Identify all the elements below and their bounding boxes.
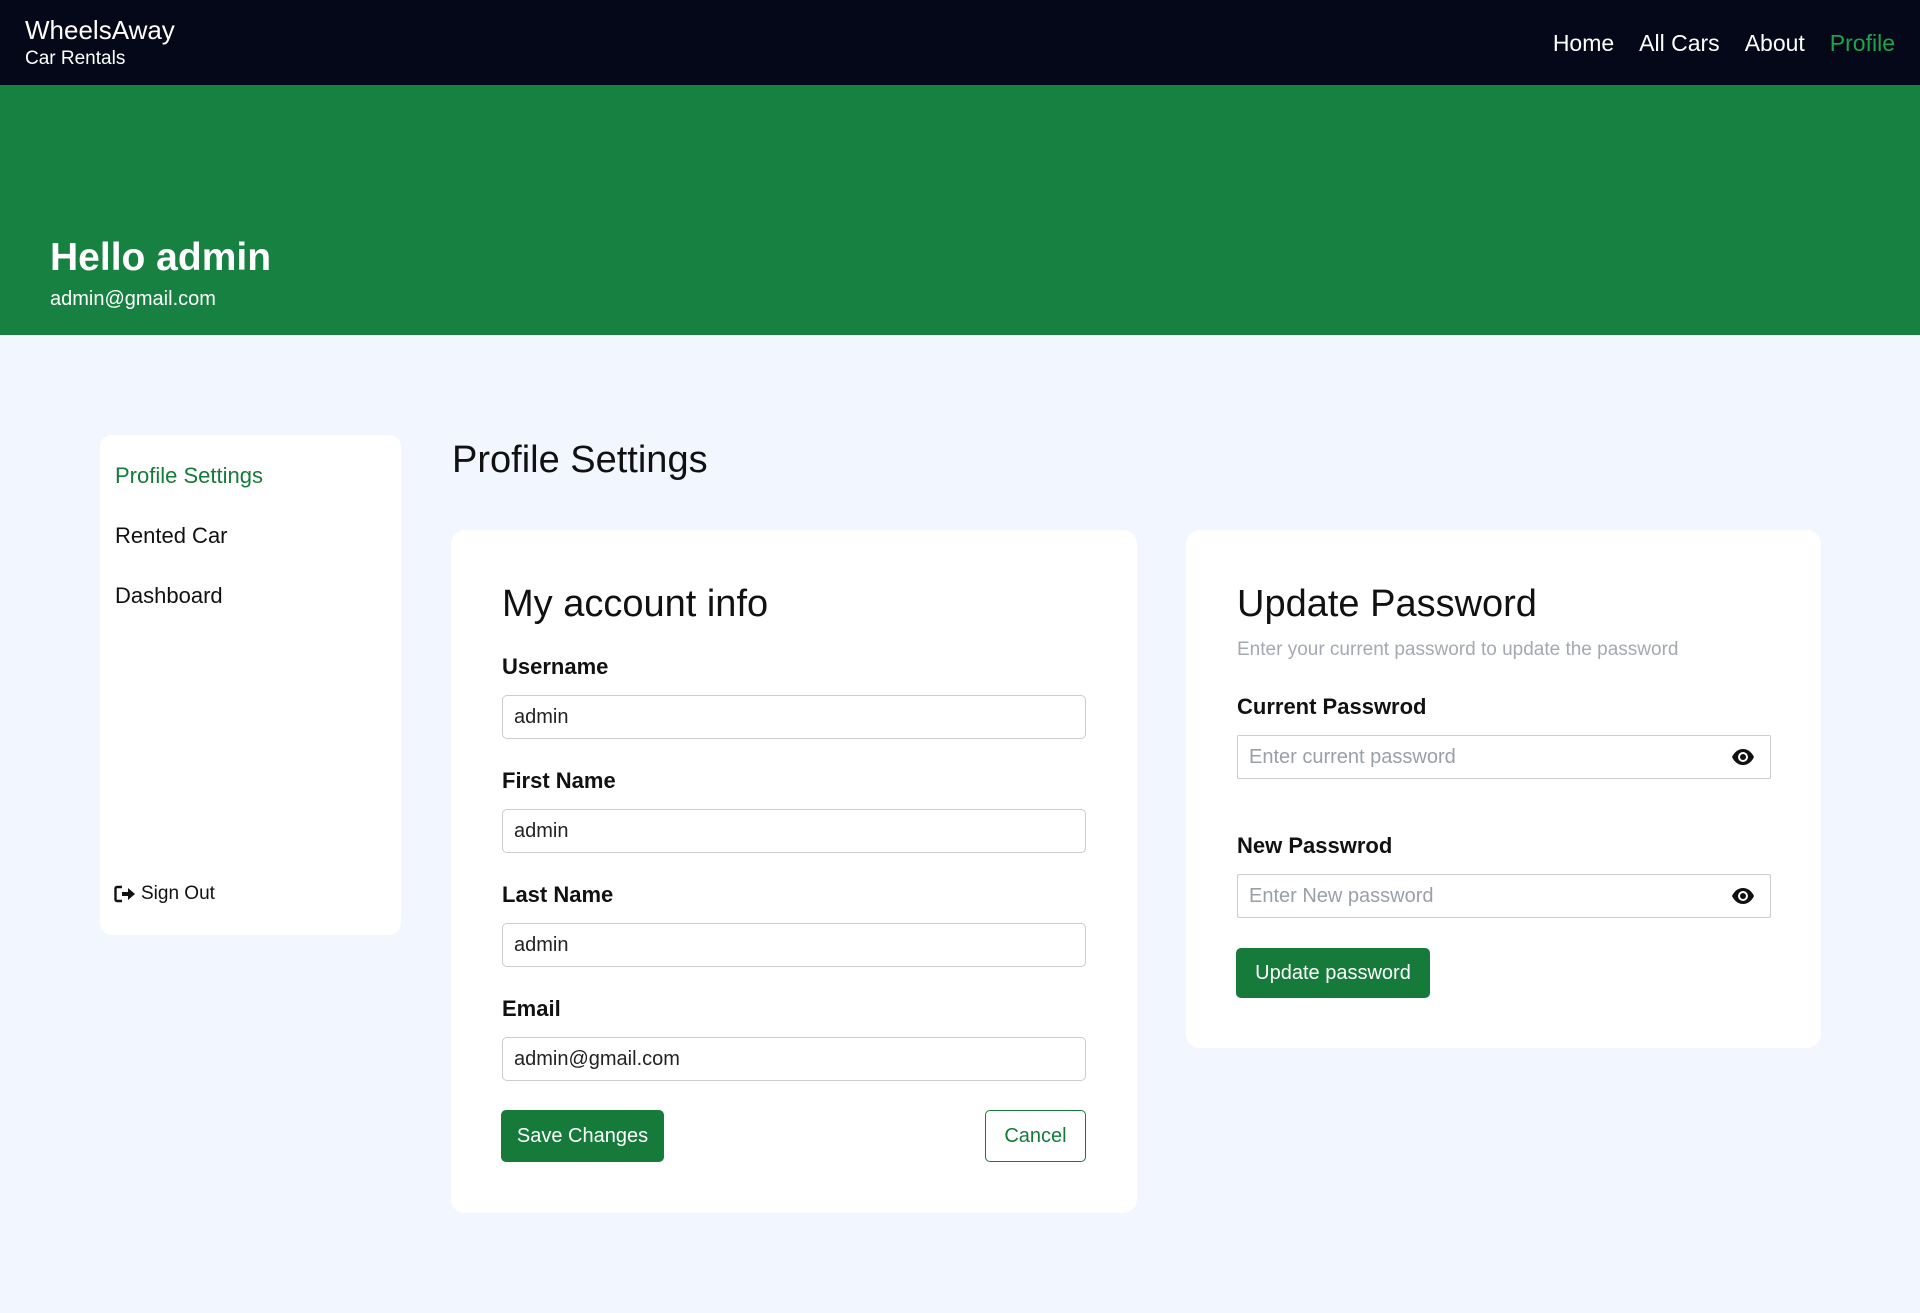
account-info-card: My account info Username First Name Last… <box>451 530 1137 1213</box>
nav-links: Home All Cars About Profile <box>1528 26 1895 60</box>
save-changes-button[interactable]: Save Changes <box>501 1110 664 1162</box>
password-card-subtitle: Enter your current password to update th… <box>1237 639 1679 660</box>
hero-email: admin@gmail.com <box>50 288 216 310</box>
new-password-field <box>1237 874 1771 918</box>
nav-link-home[interactable]: Home <box>1553 26 1614 60</box>
hero-greeting: Hello admin <box>50 236 272 279</box>
brand-name: WheelsAway <box>25 15 175 45</box>
brand[interactable]: WheelsAway Car Rentals <box>25 14 175 72</box>
sign-out-label: Sign Out <box>141 883 215 904</box>
update-password-button[interactable]: Update password <box>1236 948 1430 998</box>
top-navbar: WheelsAway Car Rentals Home All Cars Abo… <box>0 0 1920 85</box>
sidebar-item-dashboard[interactable]: Dashboard <box>115 581 223 611</box>
first-name-input[interactable] <box>502 809 1086 853</box>
eye-icon[interactable] <box>1731 887 1755 905</box>
nav-link-all-cars[interactable]: All Cars <box>1639 26 1720 60</box>
email-label: Email <box>502 996 561 1021</box>
current-password-input[interactable] <box>1238 736 1708 778</box>
last-name-input[interactable] <box>502 923 1086 967</box>
email-input[interactable] <box>502 1037 1086 1081</box>
sign-out-button[interactable]: Sign Out <box>114 881 215 907</box>
password-card-title: Update Password <box>1237 583 1537 625</box>
sidebar-item-rented-car[interactable]: Rented Car <box>115 521 228 551</box>
new-password-label: New Passwrod <box>1237 833 1393 858</box>
current-password-label: Current Passwrod <box>1237 694 1427 719</box>
username-label: Username <box>502 654 609 679</box>
nav-link-profile[interactable]: Profile <box>1830 26 1895 60</box>
new-password-input[interactable] <box>1238 875 1708 917</box>
sidebar: Profile Settings Rented Car Dashboard Si… <box>100 435 401 935</box>
page-title: Profile Settings <box>452 439 708 481</box>
eye-icon[interactable] <box>1731 748 1755 766</box>
account-card-title: My account info <box>502 583 769 625</box>
first-name-label: First Name <box>502 768 616 793</box>
cancel-button[interactable]: Cancel <box>985 1110 1086 1162</box>
sidebar-item-profile-settings[interactable]: Profile Settings <box>115 461 263 491</box>
brand-subtitle: Car Rentals <box>25 48 126 69</box>
nav-link-about[interactable]: About <box>1745 26 1805 60</box>
hero-banner: Hello admin admin@gmail.com <box>0 85 1920 335</box>
username-input[interactable] <box>502 695 1086 739</box>
update-password-card: Update Password Enter your current passw… <box>1186 530 1821 1048</box>
last-name-label: Last Name <box>502 882 614 907</box>
current-password-field <box>1237 735 1771 779</box>
sign-out-icon <box>114 885 135 903</box>
